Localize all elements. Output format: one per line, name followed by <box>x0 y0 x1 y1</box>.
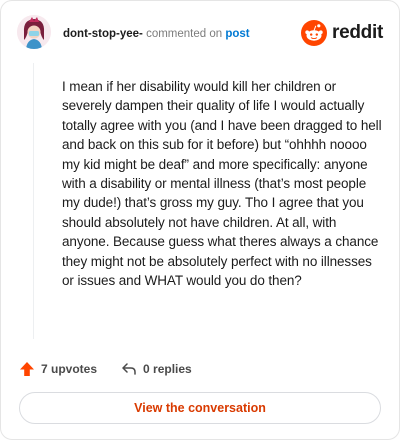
comment-actions: 7 upvotes 0 replies <box>19 359 192 379</box>
reply-button[interactable]: 0 replies <box>121 361 192 377</box>
reddit-wordmark: reddit <box>332 22 383 43</box>
user-avatar-icon[interactable] <box>17 15 51 49</box>
upvote-button[interactable]: 7 upvotes <box>19 361 97 377</box>
comment-header: dont-stop-yee- commented on post reddit <box>17 15 383 51</box>
reply-count: 0 replies <box>143 362 192 376</box>
view-conversation-button[interactable]: View the conversation <box>19 392 381 424</box>
post-link[interactable]: post <box>225 28 249 40</box>
reddit-logo[interactable]: reddit <box>301 19 383 47</box>
comment-card: dont-stop-yee- commented on post reddit … <box>0 0 400 440</box>
reddit-snoo-icon <box>301 20 328 46</box>
upvote-count: 7 upvotes <box>41 362 98 376</box>
comment-meta: dont-stop-yee- commented on post <box>63 27 250 41</box>
comment-body: I mean if her disability would kill her … <box>62 79 382 289</box>
reply-arrow-icon <box>122 363 136 375</box>
commented-on-label: commented on <box>146 28 223 40</box>
username-link[interactable]: dont-stop-yee- <box>63 28 143 40</box>
upvote-arrow-icon <box>20 362 34 376</box>
thread-line <box>33 63 34 339</box>
